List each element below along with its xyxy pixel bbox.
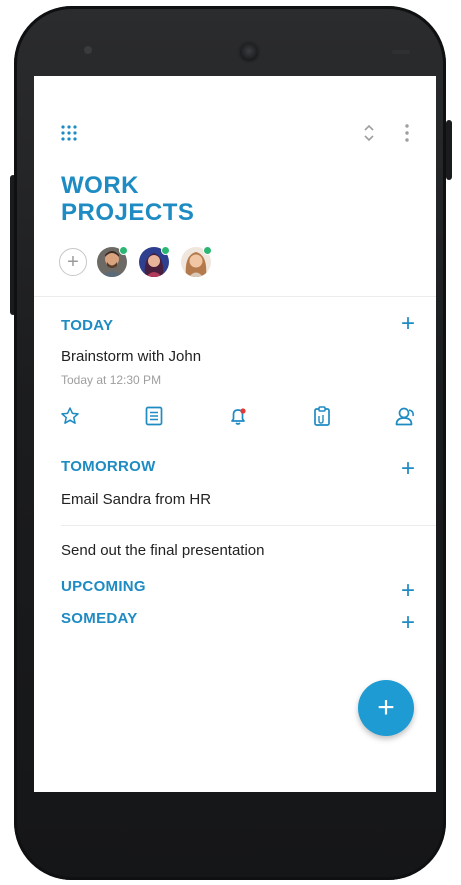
- clipboard-icon[interactable]: [310, 404, 334, 428]
- task-title[interactable]: Send out the final presentation: [61, 542, 264, 559]
- phone-speaker: [84, 46, 92, 54]
- project-title-line1: WORK: [61, 172, 139, 199]
- app-screen: WORK PROJECTS + TODAY + Brainstorm with …: [34, 76, 436, 792]
- task-time: Today at 12:30 PM: [61, 373, 162, 387]
- unfold-icon[interactable]: [358, 122, 380, 144]
- star-icon[interactable]: [58, 404, 82, 428]
- add-task-tomorrow-button[interactable]: +: [398, 457, 418, 481]
- apps-grid-icon[interactable]: [58, 122, 80, 144]
- add-task-fab[interactable]: +: [358, 680, 414, 736]
- section-heading-tomorrow: TOMORROW: [61, 458, 156, 475]
- phone-power-button: [446, 120, 452, 180]
- plus-icon: +: [67, 250, 79, 273]
- reminder-icon[interactable]: [226, 404, 250, 428]
- plus-icon: +: [377, 691, 395, 724]
- member-list: +: [59, 246, 223, 278]
- front-camera: [240, 43, 258, 61]
- divider: [61, 525, 436, 526]
- task-title[interactable]: Email Sandra from HR: [61, 491, 211, 508]
- section-heading-upcoming: UPCOMING: [61, 578, 146, 595]
- project-title-line2: PROJECTS: [61, 199, 195, 226]
- section-heading-someday: SOMEDAY: [61, 610, 138, 627]
- phone-sensor: [392, 50, 410, 54]
- add-task-today-button[interactable]: +: [398, 312, 418, 336]
- online-indicator: [203, 246, 212, 255]
- task-actions: [58, 404, 418, 428]
- add-task-upcoming-button[interactable]: +: [398, 579, 418, 603]
- more-vertical-icon[interactable]: [397, 122, 417, 144]
- online-indicator: [161, 246, 170, 255]
- online-indicator: [119, 246, 128, 255]
- add-member-button[interactable]: +: [59, 248, 87, 276]
- divider: [34, 296, 436, 297]
- note-icon[interactable]: [142, 404, 166, 428]
- avatar[interactable]: [97, 246, 128, 277]
- avatar[interactable]: [181, 246, 212, 277]
- task-title[interactable]: Brainstorm with John: [61, 348, 201, 365]
- assign-icon[interactable]: [394, 404, 418, 428]
- avatar[interactable]: [139, 246, 170, 277]
- add-task-someday-button[interactable]: +: [398, 611, 418, 635]
- project-title: WORK PROJECTS: [61, 172, 194, 226]
- section-heading-today: TODAY: [61, 317, 114, 334]
